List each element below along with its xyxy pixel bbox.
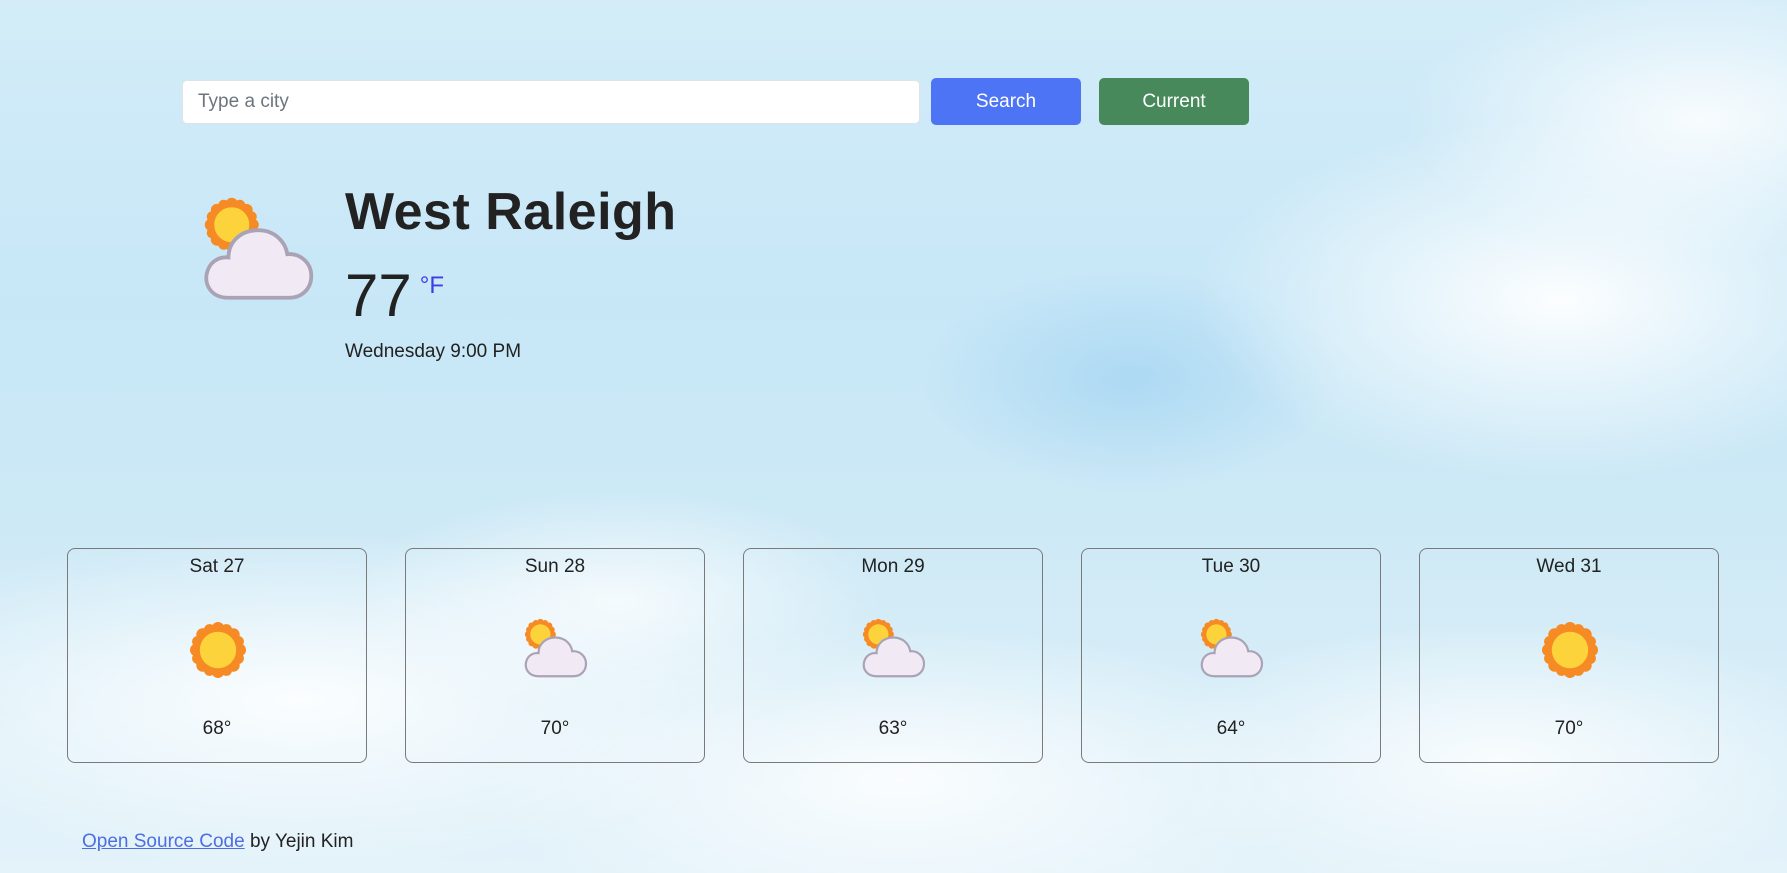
forecast-day-temp: 70° <box>1554 718 1584 739</box>
forecast-day-card: Sun 28 70° <box>405 548 705 763</box>
footer-author: by Yejin Kim <box>249 831 354 852</box>
forecast-day-card: Wed 31 70° <box>1419 548 1719 763</box>
footer: Open Source Code by Yejin Kim <box>82 831 353 853</box>
forecast-day-temp: 64° <box>1216 718 1246 739</box>
forecast-list: Sat 27 68° Sun 28 70° Mon 29 63° Tue 30 … <box>67 548 1719 763</box>
forecast-day-temp: 70° <box>540 718 570 739</box>
current-location-button[interactable]: Current <box>1099 78 1249 125</box>
forecast-day-card: Tue 30 64° <box>1081 548 1381 763</box>
temperature-value: 77 <box>345 262 412 329</box>
partly-cloudy-icon <box>204 197 314 300</box>
forecast-day-temp: 63° <box>878 718 908 739</box>
search-form: Search Current <box>182 78 1249 125</box>
forecast-day-temp: 68° <box>202 718 232 739</box>
partly-cloudy-icon <box>1200 618 1264 678</box>
forecast-day-label: Sat 27 <box>189 556 245 577</box>
search-button[interactable]: Search <box>931 78 1081 125</box>
forecast-day-label: Tue 30 <box>1201 556 1261 577</box>
current-datetime: Wednesday 9:00 PM <box>345 341 522 362</box>
forecast-day-card: Mon 29 63° <box>743 548 1043 763</box>
temperature-unit[interactable]: °F <box>420 272 444 300</box>
forecast-day-label: Wed 31 <box>1536 556 1602 577</box>
current-temperature: 77 °F <box>345 266 444 326</box>
forecast-day-card: Sat 27 68° <box>67 548 367 763</box>
sun-icon <box>190 622 246 678</box>
forecast-day-label: Sun 28 <box>524 556 586 577</box>
city-search-input[interactable] <box>182 79 920 124</box>
forecast-day-label: Mon 29 <box>861 556 925 577</box>
city-name: West Raleigh <box>345 183 677 241</box>
partly-cloudy-icon <box>524 618 588 678</box>
open-source-code-link[interactable]: Open Source Code <box>82 831 245 852</box>
partly-cloudy-icon <box>862 618 926 678</box>
sun-icon <box>1542 622 1598 678</box>
